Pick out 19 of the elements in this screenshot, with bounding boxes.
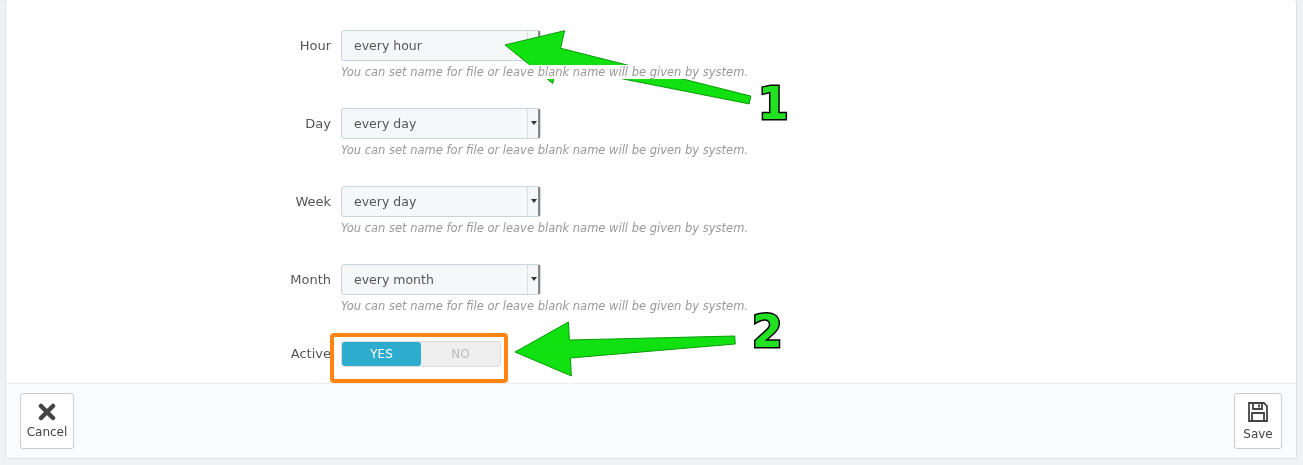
callout-number: 1 xyxy=(758,82,789,126)
select-field[interactable]: every hour xyxy=(341,30,541,61)
field-label: Month xyxy=(289,271,331,289)
help-text: You can set name for file or leave blank name will be given by system. xyxy=(341,143,749,157)
help-text: You can set name for file or leave blank name will be given by system. xyxy=(341,221,749,235)
field-label: Day xyxy=(304,115,331,133)
field-label: Active xyxy=(289,345,331,363)
callout-number: 2 xyxy=(752,310,783,354)
close-icon xyxy=(38,403,56,421)
help-text: You can set name for file or leave blank name will be given by system. xyxy=(341,65,749,79)
select-field[interactable]: every month xyxy=(341,264,541,295)
save-button[interactable]: Save xyxy=(1234,393,1282,449)
select-field[interactable]: every day xyxy=(341,186,541,217)
field-label: Week xyxy=(294,193,331,211)
cancel-button[interactable]: Cancel xyxy=(20,393,74,449)
help-text: You can set name for file or leave blank name will be given by system. xyxy=(341,299,749,313)
save-icon xyxy=(1247,401,1269,423)
select-field[interactable]: every day xyxy=(341,108,541,139)
field-label: Hour xyxy=(298,37,331,55)
